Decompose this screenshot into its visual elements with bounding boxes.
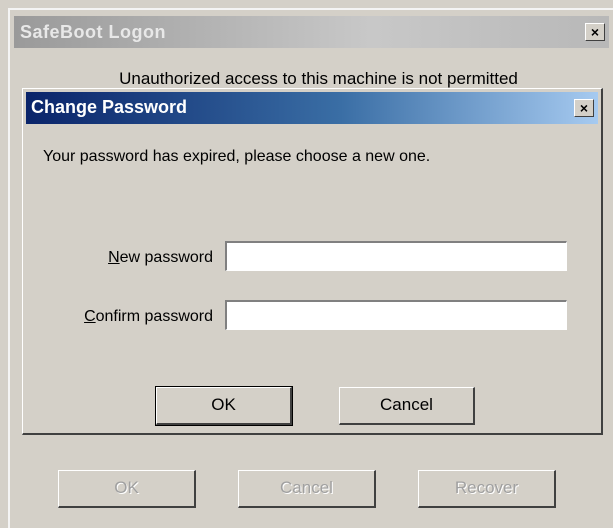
outer-window-title: SafeBoot Logon [20,22,166,42]
outer-cancel-button[interactable]: Cancel [238,470,376,508]
confirm-password-input[interactable] [225,300,567,330]
dialog-title: Change Password [31,97,188,117]
outer-ok-button[interactable]: OK [58,470,196,508]
ok-button[interactable]: OK [155,386,293,426]
outer-title-bar[interactable]: SafeBoot Logon × [14,16,609,48]
new-password-mnemonic: N [108,249,120,266]
outer-close-icon[interactable]: × [585,23,605,41]
new-password-label-text: ew password [119,249,213,266]
outer-recover-button[interactable]: Recover [418,470,556,508]
cancel-button[interactable]: Cancel [339,387,475,425]
access-warning-text: Unauthorized access to this machine is n… [119,69,518,88]
dialog-close-icon[interactable]: × [574,99,594,117]
confirm-password-mnemonic: C [84,308,96,325]
new-password-input[interactable] [225,241,567,271]
confirm-password-label: Confirm password [33,308,213,326]
new-password-label: New password [33,249,213,267]
change-password-dialog: Change Password × Your password has expi… [22,88,603,435]
dialog-title-bar[interactable]: Change Password × [26,92,598,124]
confirm-password-label-text: onfirm password [95,308,213,325]
password-expired-message: Your password has expired, please choose… [43,148,431,165]
